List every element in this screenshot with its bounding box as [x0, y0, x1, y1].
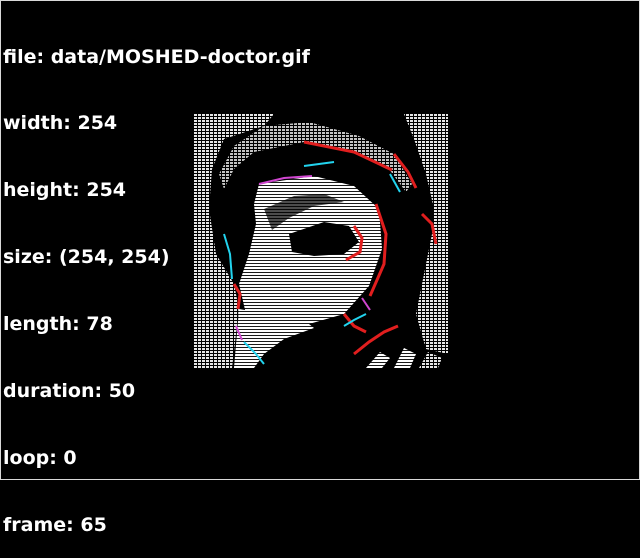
- info-file: file: data/MOSHED-doctor.gif: [3, 45, 310, 68]
- info-loop: loop: 0: [3, 446, 77, 469]
- gif-frame-image: [194, 114, 448, 368]
- info-duration: duration: 50: [3, 380, 136, 403]
- moshed-doctor-image: [194, 114, 448, 368]
- info-frame: frame: 65: [3, 513, 107, 536]
